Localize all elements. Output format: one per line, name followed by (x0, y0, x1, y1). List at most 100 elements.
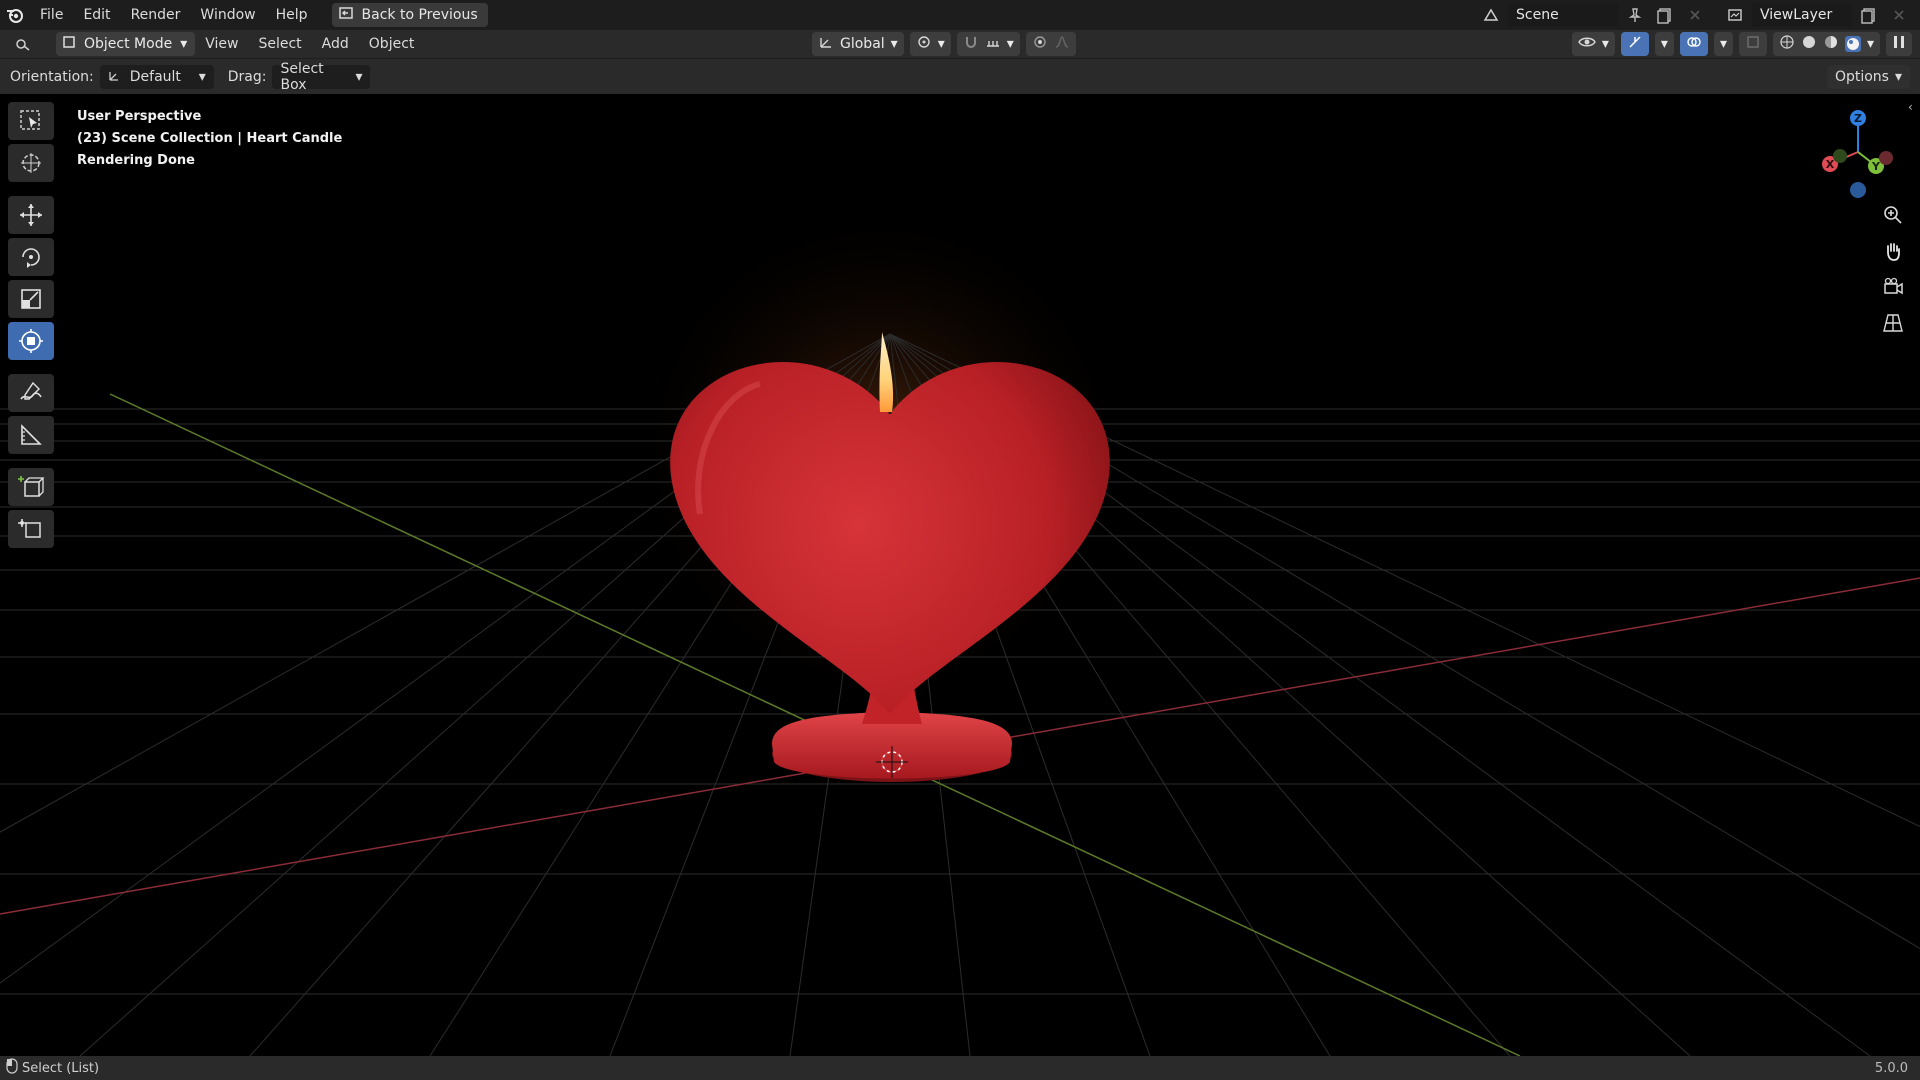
move-tool[interactable] (8, 196, 54, 234)
chevron-down-icon: ▾ (180, 36, 188, 52)
new-scene-icon[interactable] (1652, 3, 1678, 27)
proportional-edit-icon (1032, 34, 1048, 54)
gizmo-z-label: Z (1854, 112, 1862, 125)
menu-add[interactable]: Add (312, 30, 359, 58)
back-icon (338, 5, 354, 25)
orientation-value: Default (129, 68, 181, 85)
blender-logo-icon[interactable] (0, 0, 30, 30)
view-layer-selector-icon[interactable] (1722, 3, 1748, 27)
mode-label: Object Mode (84, 36, 173, 52)
menu-file[interactable]: File (30, 0, 73, 30)
magnet-icon (963, 34, 979, 54)
transform-tool[interactable] (8, 322, 54, 360)
eye-icon (1578, 34, 1596, 54)
transform-icon (19, 329, 43, 353)
menu-help[interactable]: Help (266, 0, 318, 30)
transform-orientation-label: Global (840, 36, 885, 52)
zoom-icon[interactable] (1876, 200, 1910, 230)
status-hint: Select (List) (6, 1058, 99, 1078)
scale-tool[interactable] (8, 280, 54, 318)
viewport-header: Object Mode ▾ View Select Add Object Glo… (0, 30, 1920, 58)
move-icon (20, 204, 42, 226)
viewport-info-overlay: User Perspective (23) Scene Collection |… (77, 106, 342, 172)
drag-dropdown[interactable]: Select Box ▾ (272, 61, 371, 93)
shading-mode-group[interactable]: ▾ (1772, 32, 1880, 56)
orientation-dropdown[interactable]: Default ▾ (99, 64, 214, 89)
overlays-toggle[interactable] (1679, 32, 1708, 56)
chevron-down-icon: ▾ (1866, 36, 1874, 52)
pivot-icon (916, 34, 932, 54)
gizmo-x-label: X (1826, 158, 1835, 171)
chevron-down-icon: ▾ (198, 68, 206, 85)
transform-orientation-dropdown[interactable]: Global ▾ (812, 32, 904, 56)
pan-hand-icon[interactable] (1876, 236, 1910, 266)
options-label: Options (1834, 69, 1889, 85)
transform-origin-tool[interactable] (8, 510, 54, 548)
status-bar: Select (List) 5.0.0 (0, 1056, 1920, 1080)
overlays-dropdown[interactable]: ▾ (1713, 32, 1733, 56)
view-name: User Perspective (77, 109, 202, 124)
back-to-previous-button[interactable]: Back to Previous (331, 3, 488, 27)
menu-select[interactable]: Select (248, 30, 311, 58)
transform-origin-icon (18, 519, 41, 538)
tool-settings-bar: Orientation: Default ▾ Drag: Select Box … (0, 58, 1920, 94)
menu-window[interactable]: Window (190, 0, 265, 30)
camera-view-icon[interactable] (1876, 272, 1910, 302)
rendered-shading-icon[interactable] (1844, 36, 1861, 52)
add-cube-tool[interactable] (8, 468, 54, 506)
view-layer-name-field[interactable]: ViewLayer (1752, 3, 1852, 27)
gizmo-dropdown[interactable]: ▾ (1654, 32, 1674, 56)
sidebar-toggle-icon[interactable]: ‹ (1908, 100, 1913, 114)
menu-object[interactable]: Object (359, 30, 425, 58)
xray-icon (1745, 34, 1761, 54)
perspective-toggle-icon[interactable] (1876, 308, 1910, 338)
menu-view[interactable]: View (195, 30, 248, 58)
xray-toggle[interactable] (1738, 32, 1767, 56)
drag-value: Select Box (280, 60, 324, 93)
editor-type-icon[interactable] (10, 32, 36, 56)
menu-render[interactable]: Render (121, 0, 191, 30)
object-visibility-dropdown[interactable]: ▾ (1571, 32, 1615, 56)
mode-dropdown[interactable]: Object Mode ▾ (56, 32, 196, 56)
wireframe-shading-icon[interactable] (1779, 34, 1795, 54)
left-toolbar (8, 102, 56, 552)
top-bar: File Edit Render Window Help Back to Pre… (0, 0, 1920, 30)
pivot-point-dropdown[interactable]: ▾ (909, 32, 951, 56)
new-view-layer-icon[interactable] (1856, 3, 1882, 27)
3d-viewport[interactable]: User Perspective (23) Scene Collection |… (0, 94, 1920, 1056)
snap-increment-icon (985, 34, 1001, 54)
delete-scene-icon[interactable] (1682, 3, 1708, 27)
pin-icon[interactable] (1622, 3, 1648, 27)
orientation-default-icon (108, 68, 122, 86)
solid-shading-icon[interactable] (1801, 34, 1817, 54)
cursor-tool[interactable] (8, 144, 54, 182)
navigation-gizmo[interactable]: Z X Y (1810, 102, 1906, 202)
scene-name-field[interactable]: Scene (1508, 3, 1618, 27)
scene-name: Scene (1516, 7, 1559, 23)
scene-selector-icon[interactable] (1478, 3, 1504, 27)
status-hint-text: Select (List) (22, 1060, 100, 1076)
select-box-tool[interactable] (8, 102, 54, 140)
chevron-down-icon: ▾ (355, 68, 363, 85)
material-preview-shading-icon[interactable] (1823, 34, 1839, 54)
snap-toggle[interactable]: ▾ (956, 32, 1020, 56)
transform-tools: Global ▾ ▾ ▾ (812, 32, 1076, 56)
pause-render-button[interactable] (1886, 32, 1912, 56)
annotate-tool[interactable] (8, 374, 54, 412)
menu-edit[interactable]: Edit (73, 0, 120, 30)
gizmo-toggle[interactable] (1620, 32, 1649, 56)
rotate-tool[interactable] (8, 238, 54, 276)
chevron-down-icon: ▾ (1006, 36, 1014, 52)
annotate-icon (20, 381, 42, 400)
drag-label: Drag: (227, 68, 267, 85)
options-dropdown[interactable]: Options ▾ (1826, 65, 1910, 89)
proportional-edit-toggle[interactable] (1025, 32, 1076, 56)
measure-tool[interactable] (8, 416, 54, 454)
gizmo-y-label: Y (1871, 160, 1881, 173)
gizmo-icon (1627, 34, 1643, 54)
scale-icon (21, 289, 41, 309)
chevron-down-icon: ▾ (1660, 36, 1668, 52)
delete-view-layer-icon[interactable] (1886, 3, 1912, 27)
axis-orientation-icon (818, 34, 834, 54)
chevron-down-icon: ▾ (1601, 36, 1609, 52)
